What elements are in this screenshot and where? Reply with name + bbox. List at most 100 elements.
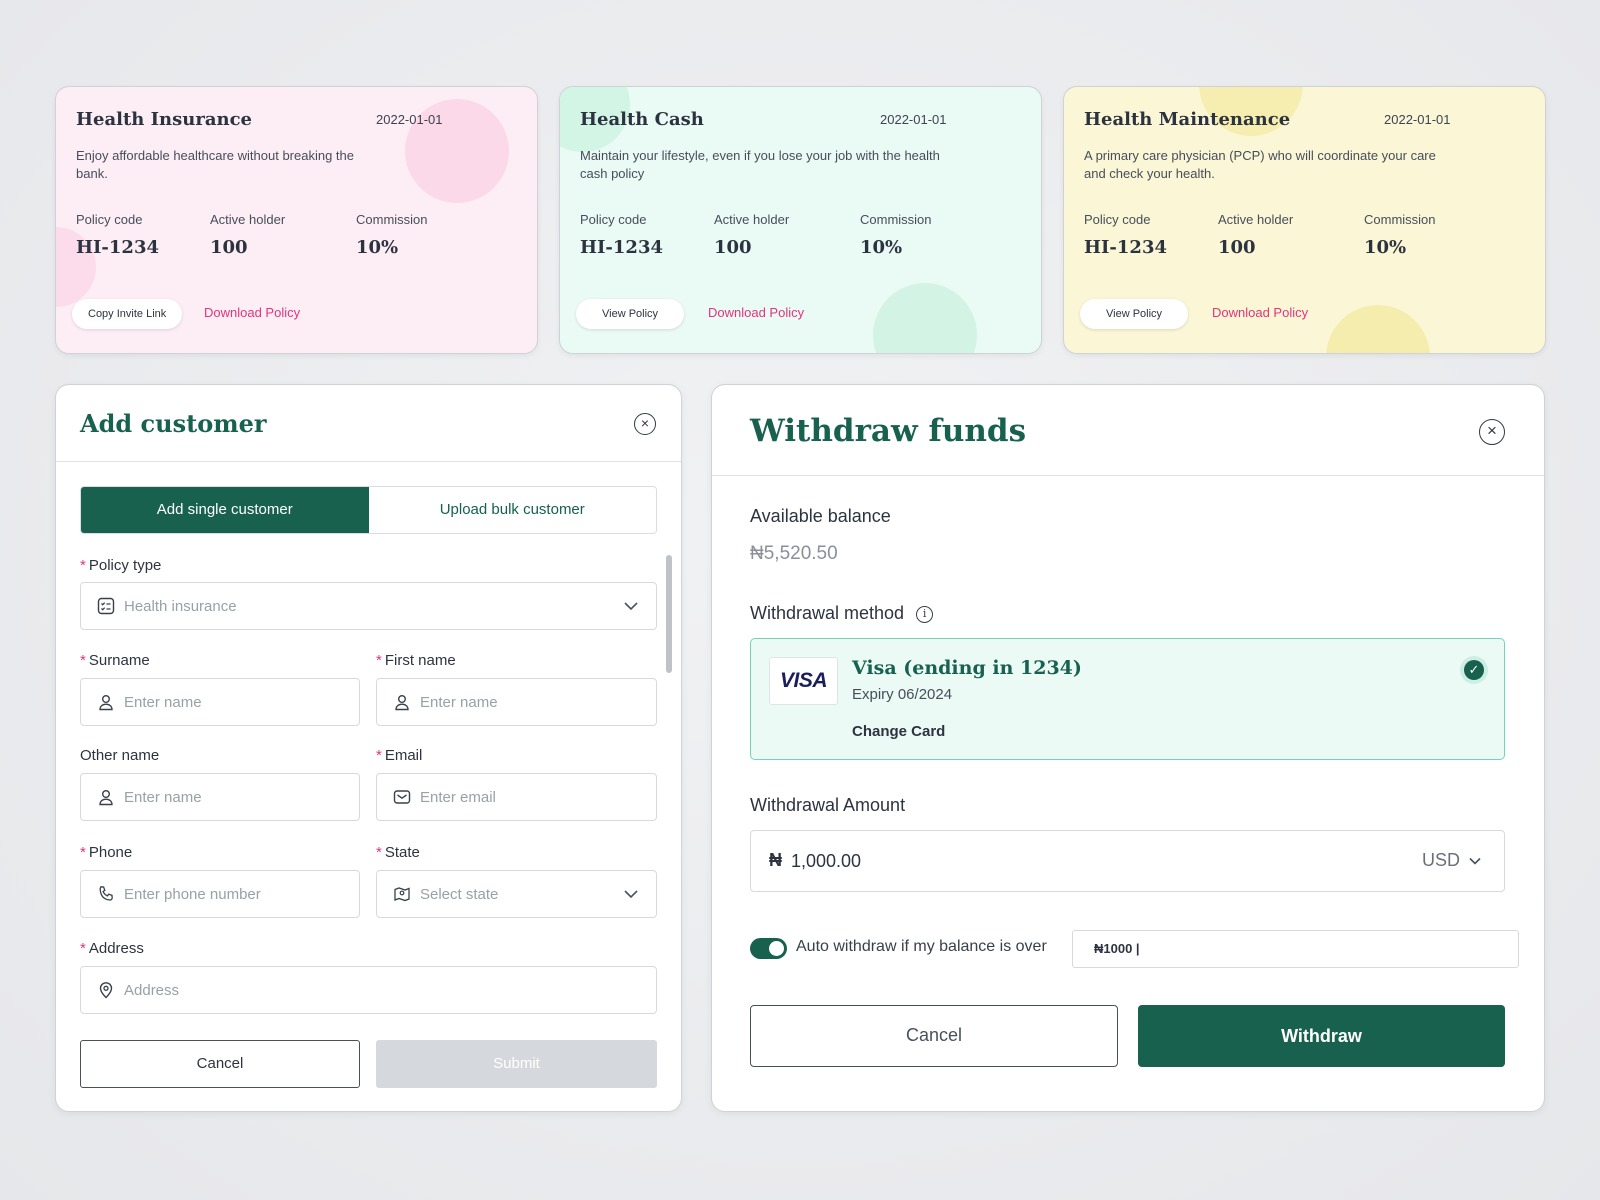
email-placeholder: Enter email <box>420 789 496 806</box>
change-card-link[interactable]: Change Card <box>852 723 945 740</box>
policy-document-icon <box>97 597 115 615</box>
stat-label: Policy code <box>1084 212 1151 227</box>
address-input[interactable]: Address <box>80 966 657 1014</box>
label-text: Withdrawal method <box>750 603 905 623</box>
stat-value: 100 <box>1218 237 1256 258</box>
stat-label: Commission <box>860 212 932 227</box>
card-description: Maintain your lifestyle, even if you los… <box>580 148 940 181</box>
stat-policy-code: Policy code HI-1234 <box>76 212 159 258</box>
tab-add-single-customer[interactable]: Add single customer <box>81 487 369 533</box>
payment-card-option[interactable]: VISA Visa (ending in 1234) Expiry 06/202… <box>750 638 1505 760</box>
location-pin-icon <box>99 982 113 999</box>
required-mark: * <box>376 844 382 861</box>
stat-value: HI-1234 <box>580 237 663 258</box>
download-policy-link[interactable]: Download Policy <box>1212 305 1308 320</box>
policy-type-select[interactable]: Health insurance <box>80 582 657 630</box>
required-mark: * <box>80 940 86 957</box>
state-label: * State <box>376 844 420 861</box>
stat-label: Active holder <box>1218 212 1294 227</box>
currency-value: USD <box>1421 850 1460 870</box>
available-balance-value: ₦5,520.50 <box>750 543 838 564</box>
card-date: 2022-01-01 <box>376 112 443 127</box>
surname-placeholder: Enter name <box>124 694 202 711</box>
visa-logo: VISA <box>769 657 838 705</box>
label-text: Phone <box>88 844 133 861</box>
card-expiry: Expiry 06/2024 <box>852 686 953 703</box>
first-name-placeholder: Enter name <box>420 694 498 711</box>
copy-invite-link-button[interactable]: Copy Invite Link <box>72 299 183 329</box>
close-icon[interactable]: × <box>634 413 656 435</box>
submit-button[interactable]: Submit <box>376 1040 657 1088</box>
stat-value: HI-1234 <box>76 237 159 258</box>
withdraw-button[interactable]: Withdraw <box>1138 1005 1505 1067</box>
amount-value: 1,000.00 <box>791 851 862 871</box>
stat-label: Policy code <box>580 212 647 227</box>
info-icon[interactable]: i <box>916 605 934 623</box>
first-name-label: * First name <box>376 652 456 669</box>
first-name-input[interactable]: Enter name <box>376 678 657 726</box>
view-policy-button[interactable]: View Policy <box>576 299 685 329</box>
cancel-button[interactable]: Cancel <box>750 1005 1118 1067</box>
user-icon <box>99 695 113 711</box>
toggle-knob <box>769 941 784 956</box>
phone-input[interactable]: Enter phone number <box>80 870 360 918</box>
auto-withdraw-toggle[interactable] <box>750 938 787 959</box>
close-icon[interactable]: × <box>1479 419 1505 445</box>
user-icon <box>395 695 409 711</box>
decorative-circle <box>873 283 977 353</box>
address-placeholder: Address <box>124 982 180 999</box>
cancel-button[interactable]: Cancel <box>80 1040 360 1088</box>
stat-policy-code: Policy code HI-1234 <box>580 212 663 258</box>
stat-commission: Commission 10% <box>1364 212 1436 258</box>
card-title: Health Maintenance <box>1084 109 1291 130</box>
withdrawal-method-label: Withdrawal method i <box>750 603 934 624</box>
modal-title: Add customer <box>80 409 267 438</box>
auto-withdraw-threshold-input[interactable]: ₦1000 | <box>1072 930 1519 968</box>
state-select[interactable]: Select state <box>376 870 657 918</box>
policy-card-health-maintenance: Health Maintenance 2022-01-01 A primary … <box>1063 86 1546 354</box>
chevron-down-icon <box>1469 858 1481 865</box>
label-text: Surname <box>88 652 150 669</box>
customer-mode-toggle: Add single customer Upload bulk customer <box>80 486 657 534</box>
required-mark: * <box>80 844 86 861</box>
other-name-input[interactable]: Enter name <box>80 773 360 821</box>
stat-label: Commission <box>356 212 428 227</box>
stat-label: Active holder <box>714 212 790 227</box>
withdrawal-amount-input[interactable]: ₦ 1,000.00 USD <box>750 830 1505 892</box>
policy-type-value: Health insurance <box>124 598 237 615</box>
stat-value: 10% <box>860 237 903 258</box>
withdraw-funds-modal: Withdraw funds × Available balance ₦5,52… <box>711 384 1545 1112</box>
policy-card-health-cash: Health Cash 2022-01-01 Maintain your lif… <box>559 86 1042 354</box>
add-customer-modal: Add customer × Add single customer Uploa… <box>55 384 682 1112</box>
required-mark: * <box>80 652 86 669</box>
tab-upload-bulk-customer[interactable]: Upload bulk customer <box>368 487 656 533</box>
email-input[interactable]: Enter email <box>376 773 657 821</box>
currency-select[interactable]: USD <box>1422 850 1482 871</box>
label-text: Policy type <box>88 557 162 574</box>
modal-title: Withdraw funds <box>750 413 1027 449</box>
chevron-down-icon <box>624 602 638 611</box>
download-policy-link[interactable]: Download Policy <box>708 305 804 320</box>
stat-value: HI-1234 <box>1084 237 1167 258</box>
download-policy-link[interactable]: Download Policy <box>204 305 300 320</box>
surname-label: * Surname <box>80 652 150 669</box>
card-description: A primary care physician (PCP) who will … <box>1084 148 1436 181</box>
stat-label: Active holder <box>210 212 286 227</box>
stat-value: 10% <box>356 237 399 258</box>
mail-icon <box>393 790 411 804</box>
address-label: * Address <box>80 940 144 957</box>
modal-header: Withdraw funds × <box>712 385 1544 476</box>
stat-policy-code: Policy code HI-1234 <box>1084 212 1167 258</box>
state-placeholder: Select state <box>420 886 499 903</box>
modal-header: Add customer × <box>56 385 681 462</box>
stat-label: Commission <box>1364 212 1436 227</box>
card-date: 2022-01-01 <box>880 112 947 127</box>
stat-value: 100 <box>714 237 752 258</box>
naira-symbol: ₦ <box>769 850 782 870</box>
decorative-circle <box>1326 305 1430 353</box>
stat-active-holder: Active holder 100 <box>1218 212 1293 258</box>
other-name-label: Other name <box>80 747 160 764</box>
view-policy-button[interactable]: View Policy <box>1080 299 1189 329</box>
surname-input[interactable]: Enter name <box>80 678 360 726</box>
scrollbar[interactable] <box>666 555 672 673</box>
